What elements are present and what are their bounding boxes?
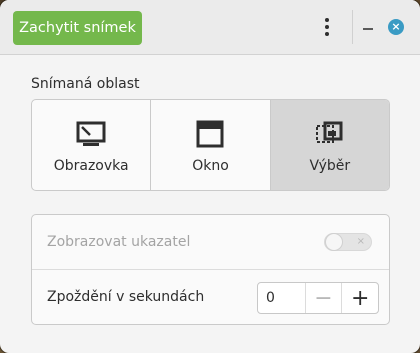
toggle-knob	[326, 234, 342, 250]
area-section-title: Snímaná oblast	[31, 76, 140, 92]
decrement-button[interactable]: −	[304, 283, 342, 313]
area-option-label: Obrazovka	[53, 158, 129, 174]
menu-icon[interactable]	[313, 12, 341, 42]
window-icon	[194, 118, 226, 150]
monitor-icon	[75, 118, 107, 150]
selection-icon	[314, 118, 346, 150]
area-option-label: Výběr	[309, 158, 351, 174]
capture-area-selector: Obrazovka Okno Výběr	[31, 99, 390, 191]
capture-button[interactable]: Zachytit snímek	[13, 11, 142, 45]
toggle-off-icon: ×	[356, 236, 365, 247]
minimize-icon[interactable]	[359, 18, 377, 36]
delay-spinbutton: 0 − +	[257, 282, 379, 314]
show-pointer-toggle[interactable]: ×	[324, 233, 372, 251]
show-pointer-label: Zobrazovat ukazatel	[47, 234, 191, 250]
settings-list: Zobrazovat ukazatel × Zpoždění v sekundá…	[31, 214, 390, 325]
header-bar: Zachytit snímek ×	[0, 0, 420, 55]
menu-dot	[325, 18, 329, 22]
area-option-window[interactable]: Okno	[150, 100, 269, 190]
menu-dot	[325, 32, 329, 36]
area-option-selection[interactable]: Výběr	[269, 100, 389, 190]
area-option-label: Okno	[192, 158, 229, 174]
screenshot-window: Zachytit snímek × Snímaná oblast Obrazov…	[0, 0, 420, 353]
close-icon[interactable]: ×	[388, 19, 404, 35]
delay-label: Zpoždění v sekundách	[47, 289, 205, 305]
header-separator	[352, 10, 353, 44]
show-pointer-row: Zobrazovat ukazatel ×	[32, 215, 389, 269]
delay-row: Zpoždění v sekundách 0 − +	[32, 269, 389, 324]
increment-button[interactable]: +	[341, 283, 378, 313]
delay-value-input[interactable]: 0	[258, 283, 305, 313]
menu-dot	[325, 25, 329, 29]
area-option-screen[interactable]: Obrazovka	[32, 100, 150, 190]
